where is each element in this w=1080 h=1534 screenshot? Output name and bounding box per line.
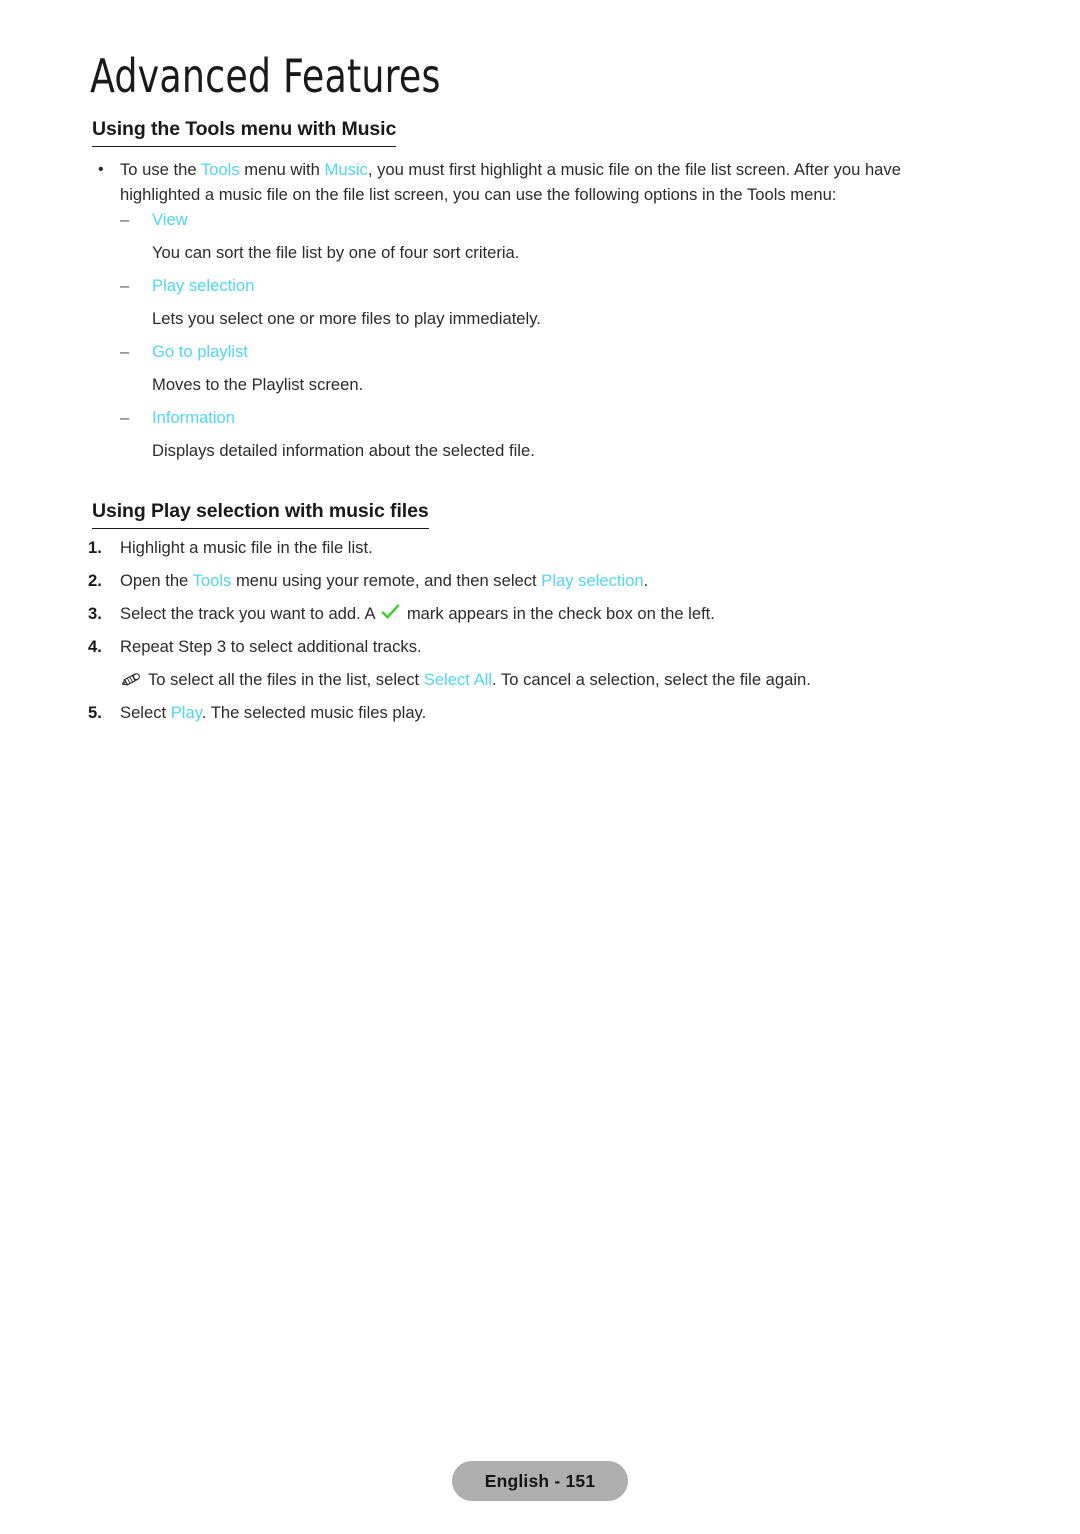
step-3-part-2: mark appears in the check box on the lef… [402, 604, 715, 623]
step-item-2: 2. Open the Tools menu using your remote… [88, 568, 948, 593]
section-heading-tools-menu-text: Using the Tools menu with Music [92, 118, 396, 147]
dash-marker: – [120, 210, 130, 229]
step-text-4: Repeat Step 3 to select additional track… [120, 634, 948, 659]
step-item-4: 4. Repeat Step 3 to select additional tr… [88, 634, 948, 659]
option-item-play-selection: – Play selection [120, 274, 254, 298]
step-text-1: Highlight a music file in the file list. [120, 535, 948, 560]
option-label-view: View [152, 210, 188, 229]
step-number-3: 3. [88, 604, 102, 623]
dash-marker: – [120, 342, 130, 361]
option-description-play-selection: Lets you select one or more files to pla… [152, 309, 541, 328]
note-text-after: . To cancel a selection, select the file… [492, 670, 811, 689]
step-number-5: 5. [88, 703, 102, 722]
note-item: To select all the files in the list, sel… [120, 667, 940, 692]
step-2-term-play-selection: Play selection [541, 571, 644, 590]
section-heading-tools-menu: Using the Tools menu with Music [92, 118, 396, 147]
section-heading-play-selection: Using Play selection with music files [92, 500, 429, 529]
step-5-term-play: Play [170, 703, 202, 722]
intro-bullet-item: • To use the Tools menu with Music, you … [92, 157, 940, 207]
step-text-5: Select Play. The selected music files pl… [120, 700, 948, 725]
page-title: Advanced Features [90, 49, 441, 103]
option-description-view: You can sort the file list by one of fou… [152, 243, 520, 262]
intro-bullet-text: To use the Tools menu with Music, you mu… [120, 157, 940, 207]
section-heading-play-selection-text: Using Play selection with music files [92, 500, 429, 529]
note-text-before: To select all the files in the list, sel… [148, 670, 424, 689]
dash-marker: – [120, 276, 130, 295]
step-5-part-2: . The selected music files play. [201, 703, 427, 722]
step-2-term-tools: Tools [192, 571, 232, 590]
intro-text-before: To use the [120, 160, 201, 179]
dash-marker: – [120, 408, 130, 427]
pencil-icon [120, 670, 142, 690]
document-page: Advanced Features Using the Tools menu w… [0, 0, 1080, 1534]
step-item-3: 3. Select the track you want to add. A m… [88, 601, 948, 626]
option-item-information: – Information [120, 406, 235, 430]
option-item-go-to-playlist: – Go to playlist [120, 340, 248, 364]
step-1-part-0: Highlight a music file in the file list. [120, 538, 373, 557]
step-number-1: 1. [88, 538, 102, 557]
option-item-view: – View [120, 208, 188, 232]
step-text-2: Open the Tools menu using your remote, a… [120, 568, 948, 593]
option-description-information: Displays detailed information about the … [152, 441, 535, 460]
step-2-part-2: menu using your remote, and then select [231, 571, 542, 590]
step-3-part-0: Select the track you want to add. A [120, 604, 380, 623]
page-footer-badge: English - 151 [452, 1461, 628, 1501]
option-label-go-to-playlist: Go to playlist [152, 342, 248, 361]
step-4-part-0: Repeat Step 3 to select additional track… [120, 637, 422, 656]
step-number-4: 4. [88, 637, 102, 656]
step-text-3: Select the track you want to add. A mark… [120, 601, 948, 626]
bullet-marker: • [98, 161, 104, 178]
intro-text-between: menu with [239, 160, 325, 179]
check-icon [381, 603, 400, 621]
step-number-2: 2. [88, 571, 102, 590]
step-2-part-4: . [643, 571, 649, 590]
note-text: To select all the files in the list, sel… [148, 667, 940, 692]
option-label-information: Information [152, 408, 236, 427]
option-description-go-to-playlist: Moves to the Playlist screen. [152, 375, 364, 394]
note-term-select-all: Select All [423, 670, 493, 689]
intro-term-music: Music [324, 160, 368, 179]
step-item-1: 1. Highlight a music file in the file li… [88, 535, 948, 560]
step-5-part-0: Select [120, 703, 171, 722]
intro-term-tools: Tools [200, 160, 240, 179]
step-2-part-0: Open the [120, 571, 193, 590]
step-item-5: 5. Select Play. The selected music files… [88, 700, 948, 725]
option-label-play-selection: Play selection [152, 276, 255, 295]
